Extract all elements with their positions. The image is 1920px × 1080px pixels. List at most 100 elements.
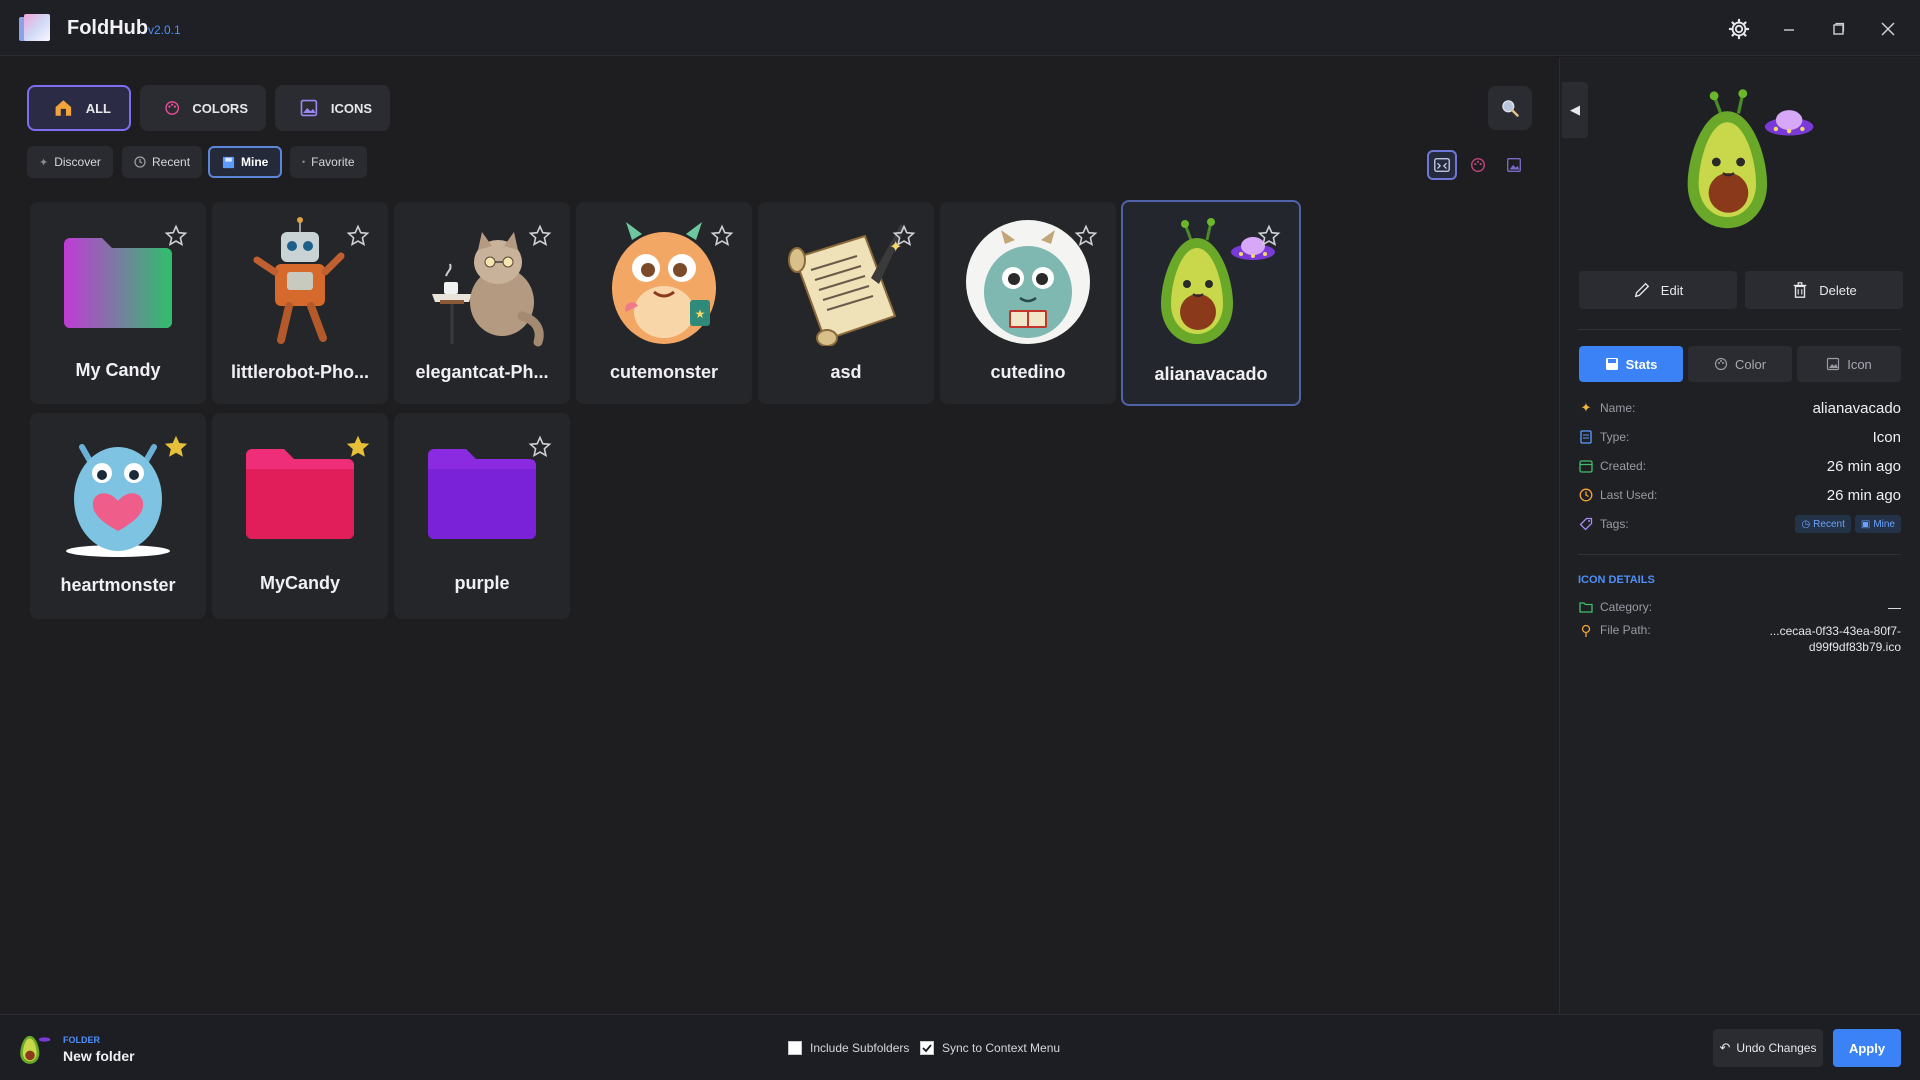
subtab-recent[interactable]: Recent [122,146,203,178]
item-card[interactable]: littlerobot-Pho... [212,202,388,404]
item-name: cutedino [990,362,1066,382]
dino-icon [966,220,1090,344]
minimize-button[interactable] [1772,12,1806,46]
tab-all[interactable]: ALL [27,85,131,131]
item-card[interactable]: heartmonster [30,413,206,619]
item-name: asd [830,362,862,382]
view-all-button[interactable] [1427,150,1457,180]
panel-tab-icon-label: Icon [1847,356,1872,372]
heartmonster-icon [66,444,170,557]
tab-all-label: ALL [85,100,111,116]
tab-colors-label: COLORS [192,100,248,116]
divider [1578,554,1901,555]
divider [1578,329,1901,330]
clock-icon [1578,487,1594,503]
star-icon[interactable] [528,224,552,248]
star-icon[interactable] [1074,224,1098,248]
edit-button[interactable]: Edit [1579,271,1737,309]
star-icon[interactable] [346,224,370,248]
tag-recent[interactable]: ◷ Recent [1795,515,1851,533]
home-icon [55,100,72,116]
bottom-bar: FOLDER New folder Include Subfolders Syn… [0,1014,1920,1080]
collapse-panel-button[interactable]: ◀ [1562,82,1588,138]
item-name: heartmonster [60,575,176,595]
detail-category: Category: — [1578,596,1901,618]
subtab-favorite[interactable]: • Favorite [290,146,367,178]
subtab-discover-label: Discover [54,155,101,169]
stat-name: ✦ Name: alianavacado [1578,397,1901,419]
undo-changes-button[interactable]: ↶ Undo Changes [1713,1029,1823,1067]
robot-icon [253,217,345,344]
palette-icon [165,101,180,115]
include-subfolders-label: Include Subfolders [810,1041,910,1055]
star-icon[interactable] [710,224,734,248]
view-colors-button[interactable] [1463,150,1493,180]
avocado-icon [20,1035,51,1064]
item-card[interactable]: elegantcat-Ph... [394,202,570,404]
star-icon[interactable] [892,224,916,248]
item-card[interactable]: MyCandy [212,413,388,619]
sparkle-icon: ✦ [39,156,49,169]
selected-preview [1670,87,1820,237]
star-icon[interactable] [164,224,188,248]
undo-changes-label: Undo Changes [1736,1041,1817,1055]
sparkle-icon: ✦ [1580,400,1592,415]
maximize-button[interactable] [1821,12,1855,46]
sync-context-menu-checkbox[interactable]: Sync to Context Menu [920,1041,1060,1055]
view-icons-button[interactable] [1499,150,1529,180]
checkbox-unchecked-icon[interactable] [788,1041,802,1055]
tag-mine[interactable]: ▣ Mine [1854,515,1901,533]
star-icon[interactable] [528,435,552,459]
file-icon [1578,429,1594,445]
item-card-selected[interactable]: alianavacado [1121,200,1301,406]
panel-tab-color[interactable]: Color [1688,346,1792,382]
palette-icon [1714,357,1728,371]
subtab-mine[interactable]: Mine [208,146,283,178]
item-card[interactable]: ✦ asd [758,202,934,404]
item-name: littlerobot-Pho... [231,362,369,382]
detail-file-path-line2: d99f9df83b79.ico [1808,640,1901,654]
search-button[interactable] [1488,86,1532,130]
stat-type: Type: Icon [1578,426,1901,448]
panel-tab-stats[interactable]: Stats [1579,346,1683,382]
panel-tab-icon[interactable]: Icon [1797,346,1901,382]
tab-colors[interactable]: COLORS [140,85,266,131]
star-icon-filled[interactable] [346,435,370,459]
apply-button[interactable]: Apply [1833,1029,1901,1067]
folder-name: New folder [63,1048,135,1064]
delete-button[interactable]: Delete [1745,271,1903,309]
stat-last-used-value: 26 min ago [1826,486,1901,504]
close-icon [1881,22,1895,36]
dot-icon: • [302,157,306,167]
gear-icon [1728,18,1750,40]
maximize-icon [1833,22,1845,35]
tab-icons-label: ICONS [330,100,372,116]
app-version: v2.0.1 [148,23,181,37]
item-card[interactable]: My Candy [30,202,206,404]
main-content: ALL COLORS ICONS ✦ Discover Recent Mine … [0,57,1558,1014]
item-card[interactable]: ★ cutemonster [576,202,752,404]
item-name: elegantcat-Ph... [415,362,549,382]
item-name: alianavacado [1154,364,1268,384]
checkbox-checked-icon[interactable] [920,1041,934,1055]
star-icon[interactable] [1257,224,1281,248]
stat-name-value: alianavacado [1812,399,1901,417]
settings-button[interactable] [1722,12,1756,46]
details-panel: ◀ Edit Delete Stats Color Icon ✦ Name: a… [1559,57,1920,1014]
item-card[interactable]: cutedino [940,202,1116,404]
clock-icon [134,156,146,168]
folder-icon [428,449,536,539]
stat-created-value: 26 min ago [1826,457,1901,475]
star-icon-filled[interactable] [164,435,188,459]
include-subfolders-checkbox[interactable]: Include Subfolders [788,1041,909,1055]
panel-tab-stats-label: Stats [1625,356,1658,372]
detail-file-path-line1: ...cecaa-0f33-43ea-80f7- [1769,624,1901,638]
tab-icons[interactable]: ICONS [275,85,390,131]
item-card[interactable]: purple [394,413,570,619]
icon-view-icon [1507,158,1521,172]
subtab-discover[interactable]: ✦ Discover [27,146,113,178]
close-button[interactable] [1871,12,1905,46]
tag-icon [1578,516,1594,532]
icon-details-title: ICON DETAILS [1578,574,1655,586]
avocado-icon [1687,89,1814,229]
